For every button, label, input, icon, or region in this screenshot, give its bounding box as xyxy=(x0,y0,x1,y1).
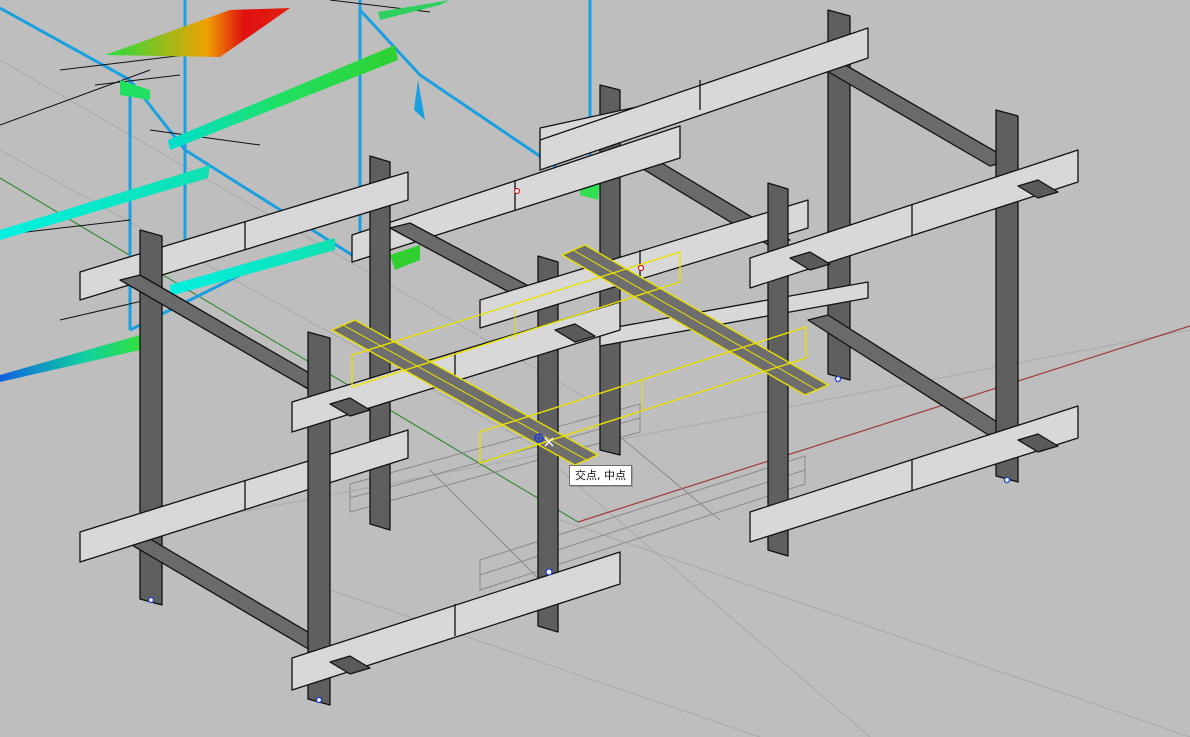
beam-bottom-right xyxy=(749,405,1079,543)
osnap-tooltip: 交点, 中点 xyxy=(569,465,632,486)
perspective-3d-viewport[interactable]: 交点, 中点 xyxy=(0,0,1190,737)
beam-top-front-left xyxy=(291,301,621,433)
red-point-marker xyxy=(637,264,645,272)
scene-canvas[interactable] xyxy=(0,0,1190,737)
red-point-marker xyxy=(513,187,521,195)
